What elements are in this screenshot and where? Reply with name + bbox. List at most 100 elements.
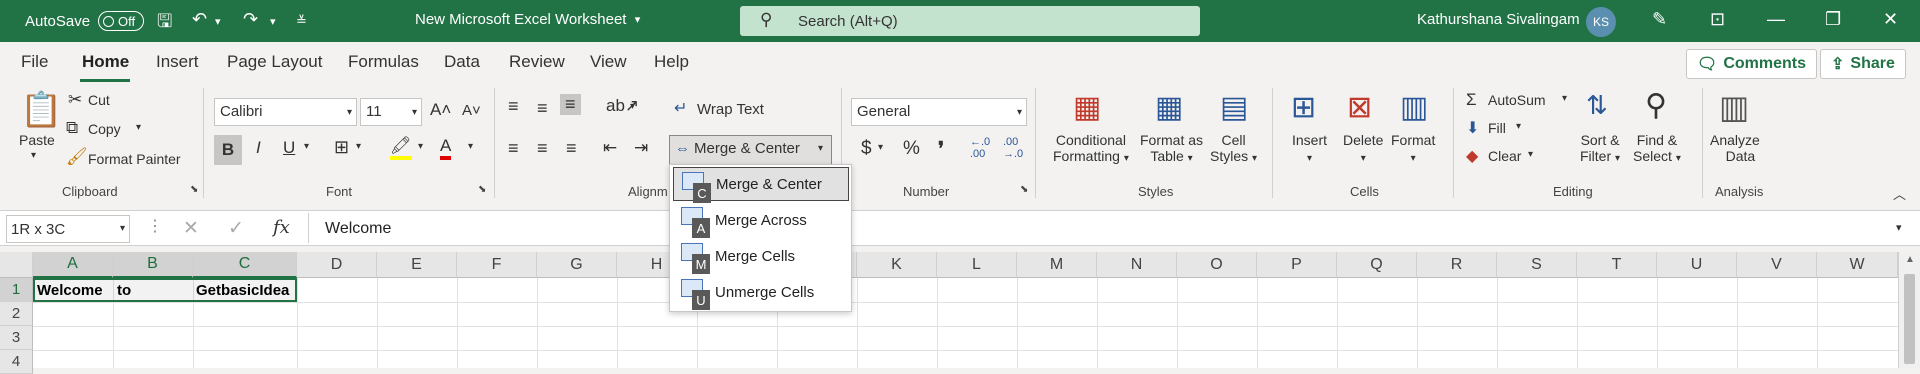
font-color-dropdown-icon[interactable]: ▾ [468,141,473,152]
column-header[interactable]: U [1657,252,1737,278]
autosave-toggle[interactable]: AutoSave Off [25,10,145,32]
cell-b1[interactable]: to [117,282,131,299]
column-header[interactable]: C [193,252,297,278]
column-header[interactable]: V [1737,252,1817,278]
unmerge-cells-menu-item[interactable]: U Unmerge Cells [673,275,849,310]
column-header[interactable]: F [457,252,537,278]
ribbon-display-icon[interactable]: ⊡ [1710,9,1725,30]
clipboard-launcher-icon[interactable]: ⬊ [190,184,198,195]
cut-button[interactable]: Cut [88,92,110,108]
analyze-data-button[interactable]: Analyze Data [1710,132,1760,164]
column-header[interactable]: O [1177,252,1257,278]
fill-button[interactable]: Fill [1488,120,1506,136]
currency-dropdown-icon[interactable]: ▾ [878,142,883,153]
decrease-decimal-icon[interactable]: .00 →.0 [1003,136,1023,160]
clear-button[interactable]: Clear [1488,148,1521,164]
tab-page-layout[interactable]: Page Layout [227,52,322,72]
borders-icon[interactable]: ⊞ [334,137,349,158]
avatar[interactable]: KS [1586,7,1616,37]
undo-icon[interactable]: ↶ [192,9,207,30]
save-icon[interactable]: 🖫 [157,9,172,39]
comma-style-icon[interactable]: ❜ [938,138,944,161]
format-painter-button[interactable]: Format Painter [88,151,181,167]
undo-dropdown-icon[interactable]: ▾ [215,15,221,28]
paste-icon[interactable]: 📋 [20,90,62,130]
tab-help[interactable]: Help [654,52,689,72]
scrollbar-thumb[interactable] [1904,274,1915,364]
tab-formulas[interactable]: Formulas [348,52,419,72]
paste-button[interactable]: Paste [19,132,55,148]
increase-font-icon[interactable]: A˄ [430,100,451,120]
collapse-ribbon-icon[interactable]: ︿ [1893,184,1906,203]
row-header[interactable]: 1 [0,278,33,302]
italic-button[interactable]: I [256,138,261,158]
delete-cells-button[interactable]: Delete ▾ [1343,132,1383,164]
column-header[interactable]: L [937,252,1017,278]
currency-icon[interactable]: $ [861,138,872,160]
percent-icon[interactable]: % [903,138,920,160]
tab-view[interactable]: View [590,52,627,72]
fill-color-icon[interactable]: 🖍 [390,136,412,160]
minimize-icon[interactable]: — [1767,9,1785,30]
decrease-indent-icon[interactable]: ⇤ [603,138,617,158]
fill-dropdown-icon[interactable]: ▾ [1516,121,1521,132]
font-launcher-icon[interactable]: ⬊ [478,184,486,195]
merge-cells-menu-item[interactable]: M Merge Cells [673,239,849,274]
cancel-icon[interactable]: ✕ [183,217,199,240]
customize-toolbar-icon[interactable]: ≚ [296,13,307,29]
merge-center-button[interactable]: ⇔ Merge & Center ▾ [669,135,832,165]
column-header[interactable]: B [113,252,193,278]
format-cells-button[interactable]: Format ▾ [1391,132,1435,164]
column-header[interactable]: M [1017,252,1097,278]
redo-icon[interactable]: ↷ [243,9,258,30]
column-header[interactable]: D [297,252,377,278]
expand-formula-icon[interactable]: ▾ [1896,221,1902,234]
insert-cells-button[interactable]: Insert ▾ [1292,132,1327,164]
tab-file[interactable]: File [21,52,48,72]
tab-insert[interactable]: Insert [156,52,199,72]
find-select-button[interactable]: Find & Select ▾ [1633,132,1681,164]
underline-dropdown-icon[interactable]: ▾ [304,141,309,152]
worksheet-grid[interactable]: A B C D E F G H I J K L M N O P Q R S T … [0,252,1920,374]
column-header[interactable]: K [857,252,937,278]
comments-button[interactable]: 🗨 Comments [1686,49,1817,79]
align-bottom-icon[interactable]: ≡ [560,94,581,115]
font-size-select[interactable]: 11 ▾ [360,98,422,126]
column-header[interactable]: G [537,252,617,278]
autosum-dropdown-icon[interactable]: ▾ [1562,93,1567,104]
fill-color-dropdown-icon[interactable]: ▾ [418,141,423,152]
redo-dropdown-icon[interactable]: ▾ [270,15,276,28]
clear-dropdown-icon[interactable]: ▾ [1528,149,1533,160]
decrease-font-icon[interactable]: A˅ [462,102,481,119]
user-name[interactable]: Kathurshana Sivalingam [1417,11,1580,28]
pen-icon[interactable]: ✎ [1652,9,1667,30]
borders-dropdown-icon[interactable]: ▾ [356,141,361,152]
column-header[interactable]: Q [1337,252,1417,278]
row-header[interactable]: 2 [0,302,33,326]
autosum-button[interactable]: AutoSum [1488,92,1546,108]
column-header[interactable]: W [1817,252,1898,278]
select-all-corner[interactable] [0,252,33,278]
restore-icon[interactable]: ❐ [1825,9,1841,30]
row-header[interactable]: 3 [0,326,33,350]
increase-indent-icon[interactable]: ⇥ [634,138,648,158]
column-header[interactable]: A [33,252,113,278]
column-header[interactable]: T [1577,252,1657,278]
tab-review[interactable]: Review [509,52,565,72]
column-header[interactable]: P [1257,252,1337,278]
cell-c1[interactable]: GetbasicIdea [196,282,289,299]
document-title[interactable]: New Microsoft Excel Worksheet ▾ [415,11,640,28]
share-button[interactable]: ⇪ Share [1820,49,1906,79]
align-top-icon[interactable]: ≡ [508,96,519,117]
copy-dropdown-icon[interactable]: ▾ [136,122,141,133]
column-header[interactable]: R [1417,252,1497,278]
align-center-icon[interactable]: ≡ [537,138,548,159]
format-as-table-button[interactable]: Format as Table ▾ [1140,132,1203,164]
conditional-formatting-button[interactable]: Conditional Formatting ▾ [1053,132,1129,164]
merge-center-menu-item[interactable]: C Merge & Center [673,167,849,203]
row-header[interactable]: 4 [0,350,33,374]
increase-decimal-icon[interactable]: ←.0 .00 [970,136,990,160]
enter-icon[interactable]: ✓ [228,217,244,240]
tab-data[interactable]: Data [444,52,480,72]
align-middle-icon[interactable]: ≡ [537,98,548,119]
